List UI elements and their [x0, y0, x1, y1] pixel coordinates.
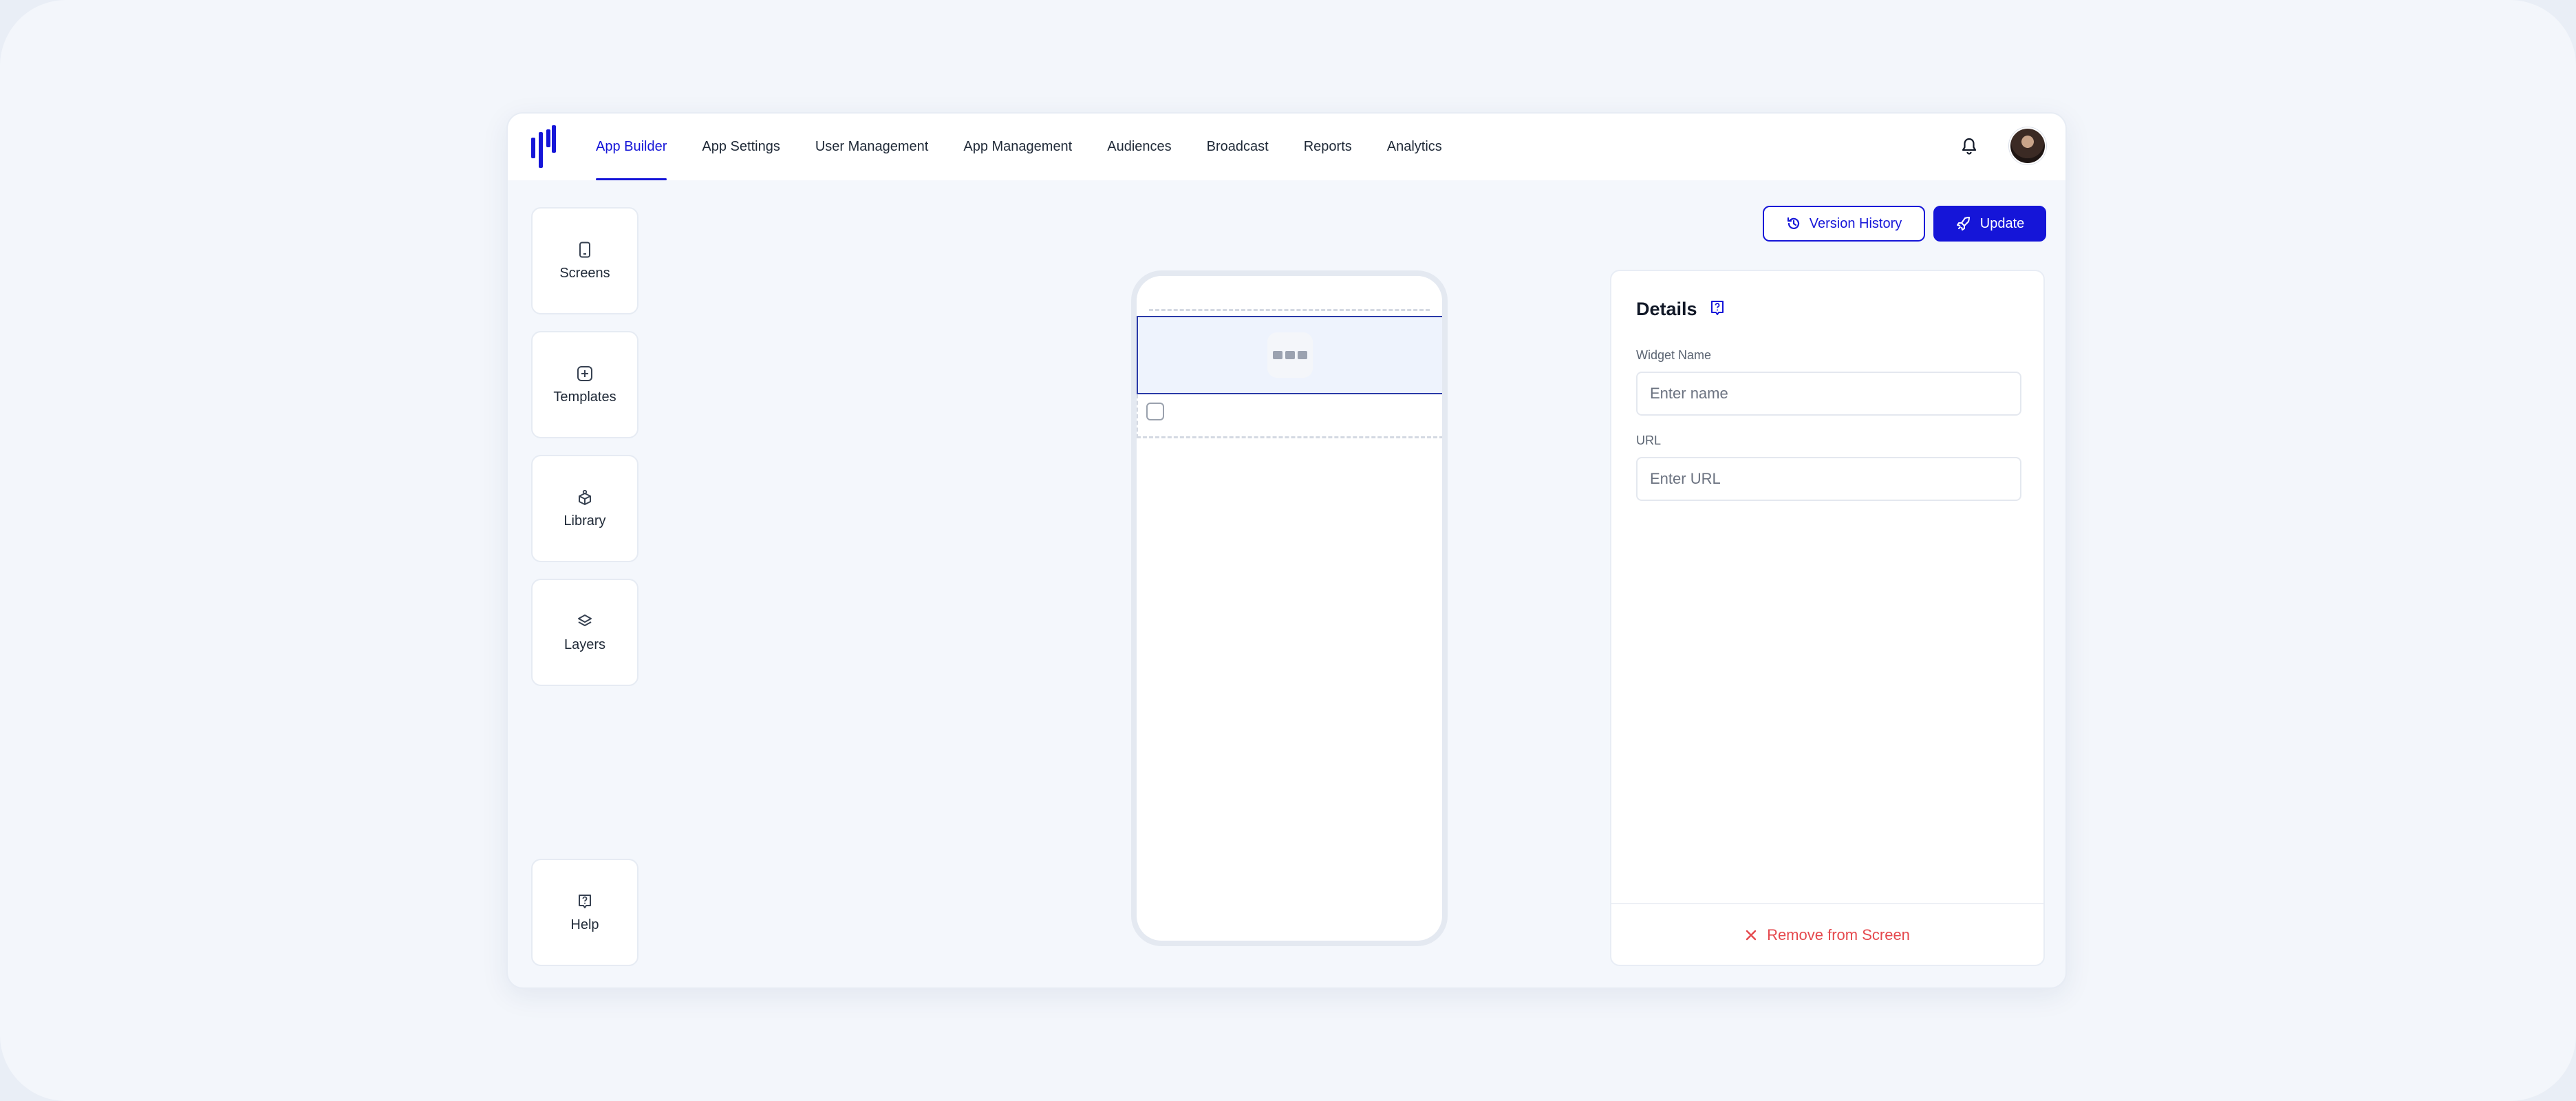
selected-widget[interactable]	[1137, 316, 1442, 394]
tool-templates[interactable]: Templates	[531, 331, 638, 438]
top-navigation-bar: App Builder App Settings User Management…	[508, 114, 2065, 180]
tool-help-label: Help	[570, 917, 599, 932]
url-input[interactable]	[1636, 457, 2021, 501]
phone-preview-frame	[1131, 270, 1448, 946]
nav-tab-audiences[interactable]: Audiences	[1107, 114, 1171, 180]
version-history-label: Version History	[1809, 215, 1902, 231]
details-panel: Details Widget Name URL Remove from Scre…	[1610, 270, 2045, 966]
tool-library-label: Library	[564, 513, 606, 528]
tool-library[interactable]: Library	[531, 455, 638, 562]
nav-tab-analytics[interactable]: Analytics	[1387, 114, 1442, 180]
app-window: App Builder App Settings User Management…	[506, 112, 2067, 989]
widget-name-input[interactable]	[1636, 372, 2021, 416]
tool-screens-label: Screens	[559, 265, 610, 281]
update-button[interactable]: Update	[1933, 206, 2046, 242]
nav-tab-user-management[interactable]: User Management	[815, 114, 929, 180]
plus-square-icon	[576, 365, 594, 383]
layers-icon	[576, 612, 594, 630]
remove-from-screen-button[interactable]: Remove from Screen	[1611, 904, 2043, 966]
nav-tab-reports[interactable]: Reports	[1304, 114, 1352, 180]
close-icon	[1745, 929, 1757, 941]
notifications-bell-icon[interactable]	[1957, 133, 1982, 158]
history-icon	[1786, 216, 1801, 231]
tool-screens[interactable]: Screens	[531, 207, 638, 314]
phone-screen-canvas[interactable]	[1137, 276, 1442, 941]
nav-tab-app-management[interactable]: App Management	[963, 114, 1072, 180]
tool-layers-label: Layers	[564, 637, 606, 652]
drop-zone-top-divider	[1149, 309, 1430, 311]
remove-from-screen-label: Remove from Screen	[1767, 926, 1910, 943]
widget-checkbox[interactable]	[1146, 403, 1164, 420]
details-help-icon[interactable]	[1709, 299, 1726, 318]
widget-grip-icon[interactable]	[1267, 332, 1313, 378]
phone-icon	[576, 241, 594, 259]
brand-logo[interactable]	[531, 125, 556, 168]
widget-name-label: Widget Name	[1636, 348, 1712, 362]
widget-drop-zone[interactable]	[1137, 394, 1442, 438]
nav-tab-broadcast[interactable]: Broadcast	[1207, 114, 1269, 180]
version-history-button[interactable]: Version History	[1763, 206, 1925, 242]
box-icon	[576, 489, 594, 506]
help-icon	[576, 892, 594, 910]
nav-tab-app-builder[interactable]: App Builder	[596, 114, 667, 180]
details-title: Details	[1636, 299, 1697, 319]
tool-templates-label: Templates	[553, 389, 616, 405]
url-label: URL	[1636, 434, 1662, 447]
update-label: Update	[1979, 215, 2025, 231]
nav-tab-app-settings[interactable]: App Settings	[702, 114, 780, 180]
user-avatar[interactable]	[2009, 127, 2046, 164]
main-nav: App Builder App Settings User Management…	[596, 114, 1477, 180]
rocket-icon	[1955, 215, 1972, 232]
tool-help[interactable]: Help	[531, 859, 638, 966]
page-background: App Builder App Settings User Management…	[0, 0, 2576, 1101]
tool-layers[interactable]: Layers	[531, 579, 638, 686]
